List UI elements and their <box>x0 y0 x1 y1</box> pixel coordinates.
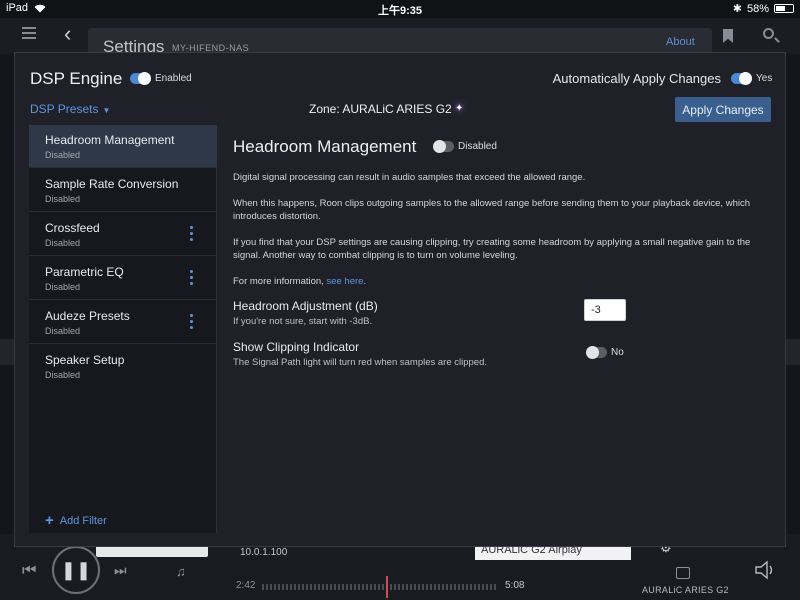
back-chevron-icon[interactable]: ‹ <box>64 23 71 45</box>
plus-icon: + <box>45 512 54 529</box>
headroom-enabled-label: Disabled <box>458 141 497 152</box>
filter-name: Parametric EQ <box>45 265 124 279</box>
clock: 上午9:35 <box>377 5 423 17</box>
detail-title: Headroom Management <box>233 137 417 156</box>
more-info-suffix: . <box>363 276 367 287</box>
filter-status: Disabled <box>45 194 81 204</box>
clipping-indicator-toggle[interactable] <box>586 346 607 359</box>
filter-status: Disabled <box>45 150 81 160</box>
filter-name: Speaker Setup <box>45 353 125 367</box>
more-options-icon[interactable] <box>190 226 194 244</box>
filter-name: Audeze Presets <box>45 309 130 323</box>
apply-changes-button[interactable]: Apply Changes <box>675 97 771 122</box>
filter-item-headroom-management[interactable]: Headroom Management Disabled <box>29 125 217 168</box>
hamburger-menu-icon[interactable] <box>22 27 36 39</box>
add-filter-label: Add Filter <box>59 515 107 527</box>
filter-list: Headroom Management Disabled Sample Rate… <box>29 125 217 533</box>
volume-icon[interactable] <box>754 560 776 580</box>
filter-item-crossfeed[interactable]: Crossfeed Disabled <box>29 213 217 256</box>
filter-status: Disabled <box>45 282 81 292</box>
auto-apply-toggle[interactable] <box>731 72 752 85</box>
queue-icon[interactable]: ♫ <box>176 564 186 579</box>
filter-item-audeze-presets[interactable]: Audeze Presets Disabled <box>29 301 217 344</box>
add-filter-button[interactable]: + Add Filter <box>45 512 107 529</box>
more-options-icon[interactable] <box>190 270 194 288</box>
dsp-enabled-label: Enabled <box>155 73 192 84</box>
zone-label: Zone: AURALiC ARIES G2 <box>309 102 452 116</box>
clipping-indicator-hint: The Signal Path light will turn red when… <box>233 357 487 368</box>
auto-apply-value: Yes <box>756 73 773 84</box>
filter-name: Headroom Management <box>45 133 175 147</box>
status-bar: iPad 上午9:35 ✱ 58% <box>0 0 800 18</box>
chevron-down-icon: ▼ <box>102 106 111 115</box>
auto-apply-label: Automatically Apply Changes <box>552 71 721 86</box>
see-here-link[interactable]: see here <box>326 276 363 287</box>
dialog-title: DSP Engine <box>30 69 123 88</box>
waveform-seekbar[interactable] <box>262 584 496 590</box>
dsp-enabled-toggle[interactable] <box>130 72 151 85</box>
duration-time: 5:08 <box>505 580 525 591</box>
device-ip: 10.0.1.100 <box>240 547 288 558</box>
play-pause-button[interactable]: ❚❚ <box>52 546 100 594</box>
previous-track-icon[interactable]: ⏮ <box>22 562 36 580</box>
zone-status-star-icon: ✦ <box>455 103 464 114</box>
filter-status: Disabled <box>45 238 81 248</box>
player-zone-name[interactable]: AURALiC ARIES G2 <box>642 585 729 595</box>
filter-item-parametric-eq[interactable]: Parametric EQ Disabled <box>29 257 217 300</box>
filter-item-speaker-setup[interactable]: Speaker Setup Disabled <box>29 345 217 388</box>
more-options-icon[interactable] <box>190 314 194 332</box>
filter-name: Sample Rate Conversion <box>45 177 179 191</box>
zone-speaker-icon[interactable] <box>676 567 690 579</box>
dsp-engine-dialog: DSP Engine Enabled Automatically Apply C… <box>14 52 786 547</box>
filter-item-sample-rate-conversion[interactable]: Sample Rate Conversion Disabled <box>29 169 217 212</box>
clipping-indicator-value: No <box>611 347 624 358</box>
headroom-adjustment-input[interactable] <box>584 299 626 321</box>
description-paragraph-1: Digital signal processing can result in … <box>233 172 586 183</box>
description-paragraph-3: If you find that your DSP settings are c… <box>233 237 751 261</box>
about-link[interactable]: About <box>666 36 695 48</box>
search-icon[interactable] <box>763 28 774 39</box>
headroom-adjustment-label: Headroom Adjustment (dB) <box>233 299 378 313</box>
pause-icon: ❚❚ <box>60 559 92 580</box>
bluetooth-icon: ✱ <box>732 3 742 15</box>
elapsed-time: 2:42 <box>236 580 256 591</box>
headroom-adjustment-hint: If you're not sure, start with -3dB. <box>233 316 373 327</box>
filter-status: Disabled <box>45 370 81 380</box>
filter-name: Crossfeed <box>45 221 100 235</box>
next-track-icon[interactable]: ⏭ <box>114 562 127 579</box>
playhead[interactable] <box>386 576 388 598</box>
background-strip-left <box>0 339 14 365</box>
headroom-enabled-toggle[interactable] <box>433 140 454 153</box>
description-paragraph-4: For more information, see here. <box>233 275 763 288</box>
more-info-text: For more information, <box>233 276 327 287</box>
background-strip-right <box>786 339 800 365</box>
clipping-indicator-label: Show Clipping Indicator <box>233 340 360 354</box>
battery-percent: 58% <box>746 2 769 15</box>
dsp-presets-label: DSP Presets <box>30 102 99 116</box>
dsp-presets-dropdown[interactable]: DSP Presets ▼ <box>30 102 110 116</box>
filter-status: Disabled <box>45 326 81 336</box>
description-paragraph-2: When this happens, Roon clips outgoing s… <box>233 198 751 222</box>
battery-icon <box>774 4 794 13</box>
